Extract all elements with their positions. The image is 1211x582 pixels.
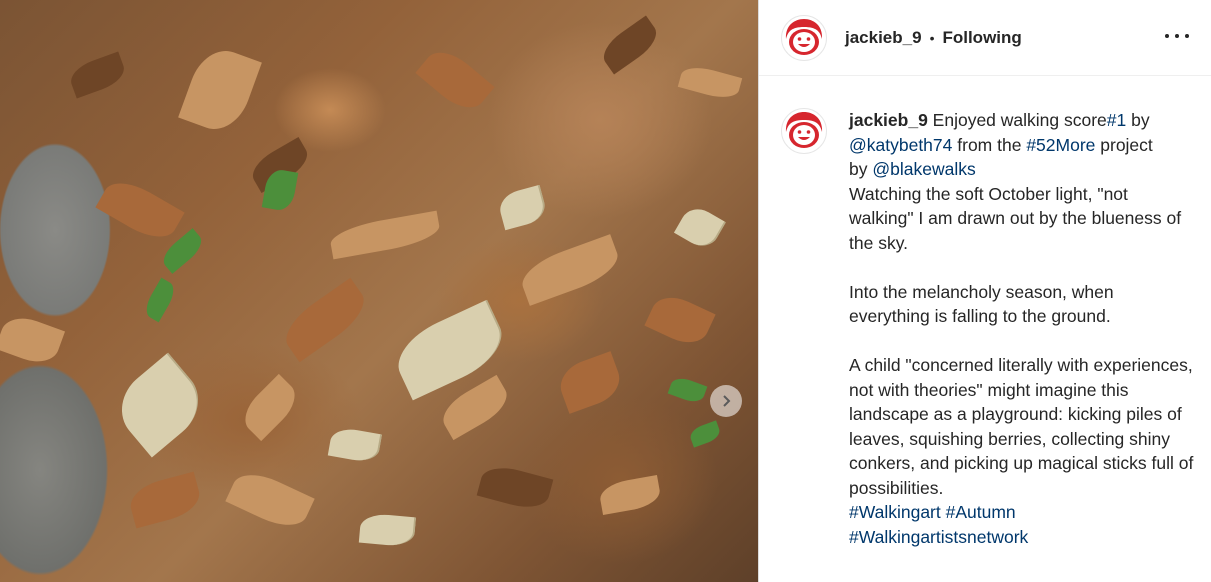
avatar-face-icon: [784, 17, 824, 58]
leaf: [415, 42, 495, 118]
hashtag-link[interactable]: #52More: [1026, 135, 1095, 155]
caption-paragraph: Into the melancholy season, when everyth…: [849, 281, 1114, 327]
mention-link[interactable]: @katybeth74: [849, 135, 952, 155]
leaf: [597, 475, 663, 515]
leaf: [554, 351, 626, 414]
leaf: [178, 42, 262, 138]
more-horizontal-icon[interactable]: [1165, 26, 1189, 46]
separator-dot: •: [929, 29, 935, 46]
leaf: [673, 202, 727, 253]
hashtag-link[interactable]: #Autumn: [946, 502, 1016, 522]
avatar[interactable]: [781, 108, 827, 154]
caption-text-segment: by: [849, 159, 873, 179]
leaf: [644, 289, 716, 351]
leaf: [516, 234, 624, 306]
hashtag-link[interactable]: #Walkingartistsnetwork: [849, 527, 1028, 547]
caption-text-segment: project: [1095, 134, 1153, 155]
leaf: [435, 374, 515, 441]
caption-text-segment: from the: [952, 134, 1027, 155]
following-button[interactable]: Following: [942, 28, 1021, 48]
caption-paragraph: Watching the soft October light, "not wa…: [849, 183, 1182, 253]
leaf: [677, 62, 743, 103]
leaf: [687, 420, 723, 448]
leaf: [667, 374, 708, 406]
leaf: [126, 471, 204, 529]
leaf: [496, 184, 549, 231]
caption-paragraph: A child "concerned literally with experi…: [849, 355, 1194, 498]
caption-text-segment: by: [1126, 110, 1150, 130]
leaf: [106, 352, 214, 458]
leaf: [141, 277, 179, 323]
leaf: [596, 15, 664, 75]
caption-text-segment: Enjoyed walking score: [927, 110, 1107, 130]
post-side-panel: jackieb_9 • Following jackieb_9 Enjoyed …: [758, 0, 1211, 582]
leaf: [66, 51, 129, 99]
leaf: [276, 277, 374, 363]
post-header: jackieb_9 • Following: [759, 0, 1211, 76]
carousel-next-button[interactable]: [710, 385, 742, 417]
hashtag-link[interactable]: #Walkingart: [849, 502, 941, 522]
leaf: [225, 464, 315, 536]
leaf: [0, 310, 66, 370]
mention-link[interactable]: @blakewalks: [872, 159, 975, 179]
leaf: [476, 461, 554, 514]
leaf: [95, 172, 185, 248]
leaf: [327, 425, 383, 465]
hashtag-link[interactable]: #1: [1107, 110, 1126, 130]
avatar-face-icon: [784, 111, 824, 151]
post-author-username[interactable]: jackieb_9: [845, 28, 922, 48]
avatar[interactable]: [781, 14, 827, 61]
leaf: [328, 210, 442, 260]
caption-username[interactable]: jackieb_9: [849, 110, 928, 130]
chevron-right-icon: [723, 395, 731, 407]
post-photo[interactable]: [0, 0, 758, 582]
leaf: [358, 512, 417, 548]
caption-text: jackieb_9 Enjoyed walking score#1 by @ka…: [849, 108, 1197, 549]
caption-comment: jackieb_9 Enjoyed walking score#1 by @ka…: [781, 108, 1197, 549]
leaf: [236, 373, 304, 442]
